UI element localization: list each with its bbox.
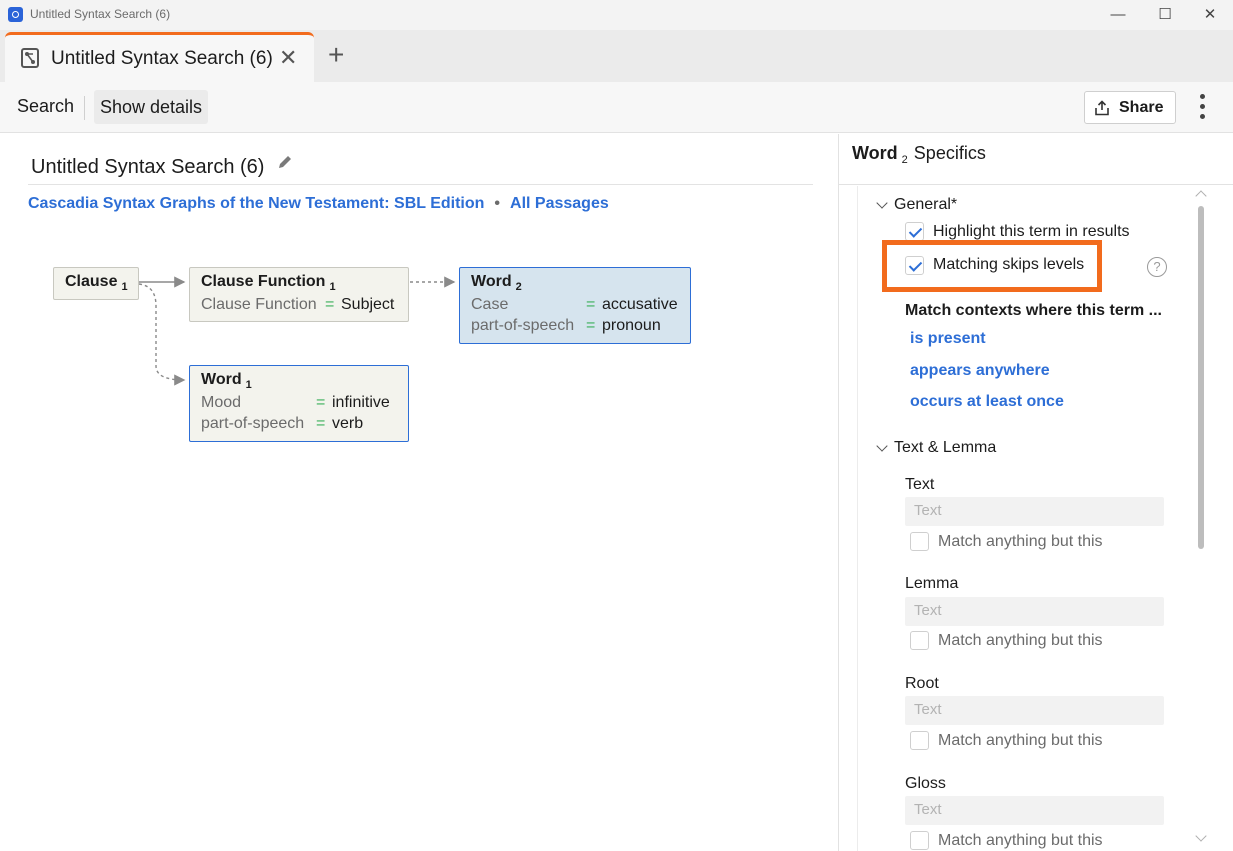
chevron-down-icon: [876, 197, 888, 209]
match-contexts-header: Match contexts where this term ...: [905, 302, 1162, 319]
text-negate-checkbox[interactable]: [910, 532, 929, 551]
gloss-negate-checkbox[interactable]: [910, 831, 929, 850]
root-negate-checkbox[interactable]: [910, 731, 929, 750]
add-tab-button[interactable]: +: [328, 41, 344, 69]
scroll-down-icon[interactable]: [1195, 830, 1207, 842]
text-field-label: Text: [905, 476, 935, 493]
minimize-button[interactable]: —: [1106, 4, 1130, 26]
window-title: Untitled Syntax Search (6): [30, 7, 171, 21]
node-attribute-row: part-of-speech = verb: [201, 415, 364, 432]
specifics-panel: Word 2 Specifics General* Highlight this t…: [838, 134, 1233, 851]
tab-close-icon[interactable]: ✕: [279, 45, 297, 71]
app-icon: [8, 7, 23, 22]
node-title: Word 1: [201, 371, 252, 391]
gloss-negate-label: Match anything but this: [938, 832, 1103, 849]
node-attribute-row: Clause Function = Subject: [201, 296, 395, 313]
toolbar-divider: [84, 96, 85, 120]
panel-scrollbar[interactable]: [1198, 206, 1204, 549]
highlight-checkbox[interactable]: [905, 222, 924, 241]
panel-body: General* Highlight this term in results …: [857, 186, 1233, 851]
scroll-up-icon[interactable]: [1195, 190, 1207, 202]
panel-header: Word 2 Specifics: [839, 134, 1233, 185]
gloss-input[interactable]: Text: [905, 796, 1164, 825]
lemma-field-label: Lemma: [905, 575, 959, 592]
node-connectors: [138, 276, 456, 386]
text-negate-label: Match anything but this: [938, 533, 1103, 550]
text-input[interactable]: Text: [905, 497, 1164, 526]
node-attribute-row: Mood = infinitive: [201, 394, 390, 411]
share-label: Share: [1119, 99, 1164, 116]
toolbar: Search Show details Share: [0, 82, 1233, 133]
general-section-header[interactable]: General*: [876, 196, 957, 214]
tab-label: Untitled Syntax Search (6): [51, 48, 273, 69]
root-negate-label: Match anything but this: [938, 732, 1103, 749]
node-attribute-row: part-of-speech = pronoun: [471, 317, 661, 334]
connector-clause-to-word1: [138, 283, 186, 386]
close-window-button[interactable]: ✕: [1198, 4, 1222, 26]
text-lemma-section-header[interactable]: Text & Lemma: [876, 439, 996, 457]
share-icon: [1095, 100, 1109, 116]
gloss-field-label: Gloss: [905, 775, 946, 792]
node-title: Clause Function 1: [201, 273, 336, 293]
tab-strip: Untitled Syntax Search (6) ✕ +: [0, 30, 1233, 82]
clause-node[interactable]: Clause 1: [53, 267, 139, 300]
context-option-is-present[interactable]: is present: [910, 330, 986, 348]
word-2-node[interactable]: Word 2 Case = accusative part-of-speech =…: [459, 267, 691, 344]
show-details-button[interactable]: Show details: [94, 90, 209, 124]
tab-untitled-syntax-search[interactable]: Untitled Syntax Search (6) ✕: [5, 32, 314, 82]
syntax-search-icon: [21, 48, 39, 68]
matching-skips-levels-checkbox[interactable]: [905, 256, 924, 275]
node-attribute-row: Case = accusative: [471, 296, 678, 313]
maximize-button[interactable]: ☐: [1153, 4, 1177, 26]
word-1-node[interactable]: Word 1 Mood = infinitive part-of-speech =…: [189, 365, 409, 442]
highlight-label: Highlight this term in results: [933, 223, 1130, 240]
context-option-appears-anywhere[interactable]: appears anywhere: [910, 362, 1050, 380]
search-canvas: Untitled Syntax Search (6) Cascadia Synt…: [0, 134, 838, 851]
help-icon[interactable]: ?: [1147, 257, 1167, 277]
matching-skips-levels-label: Matching skips levels: [933, 256, 1085, 273]
node-title: Word 2: [471, 273, 522, 293]
context-option-occurs-at-least-once[interactable]: occurs at least once: [910, 393, 1064, 411]
search-button[interactable]: Search: [17, 96, 74, 117]
title-bar: Untitled Syntax Search (6) — ☐ ✕: [0, 0, 1233, 30]
chevron-down-icon: [876, 440, 888, 452]
lemma-input[interactable]: Text: [905, 597, 1164, 626]
more-options-icon[interactable]: [1196, 94, 1210, 120]
root-field-label: Root: [905, 675, 939, 692]
root-input[interactable]: Text: [905, 696, 1164, 725]
node-title: Clause 1: [65, 273, 128, 293]
panel-title: Word 2 Specifics: [852, 143, 986, 166]
lemma-negate-checkbox[interactable]: [910, 631, 929, 650]
lemma-negate-label: Match anything but this: [938, 632, 1103, 649]
clause-function-node[interactable]: Clause Function 1 Clause Function = Subje…: [189, 267, 409, 322]
share-button[interactable]: Share: [1084, 91, 1176, 124]
